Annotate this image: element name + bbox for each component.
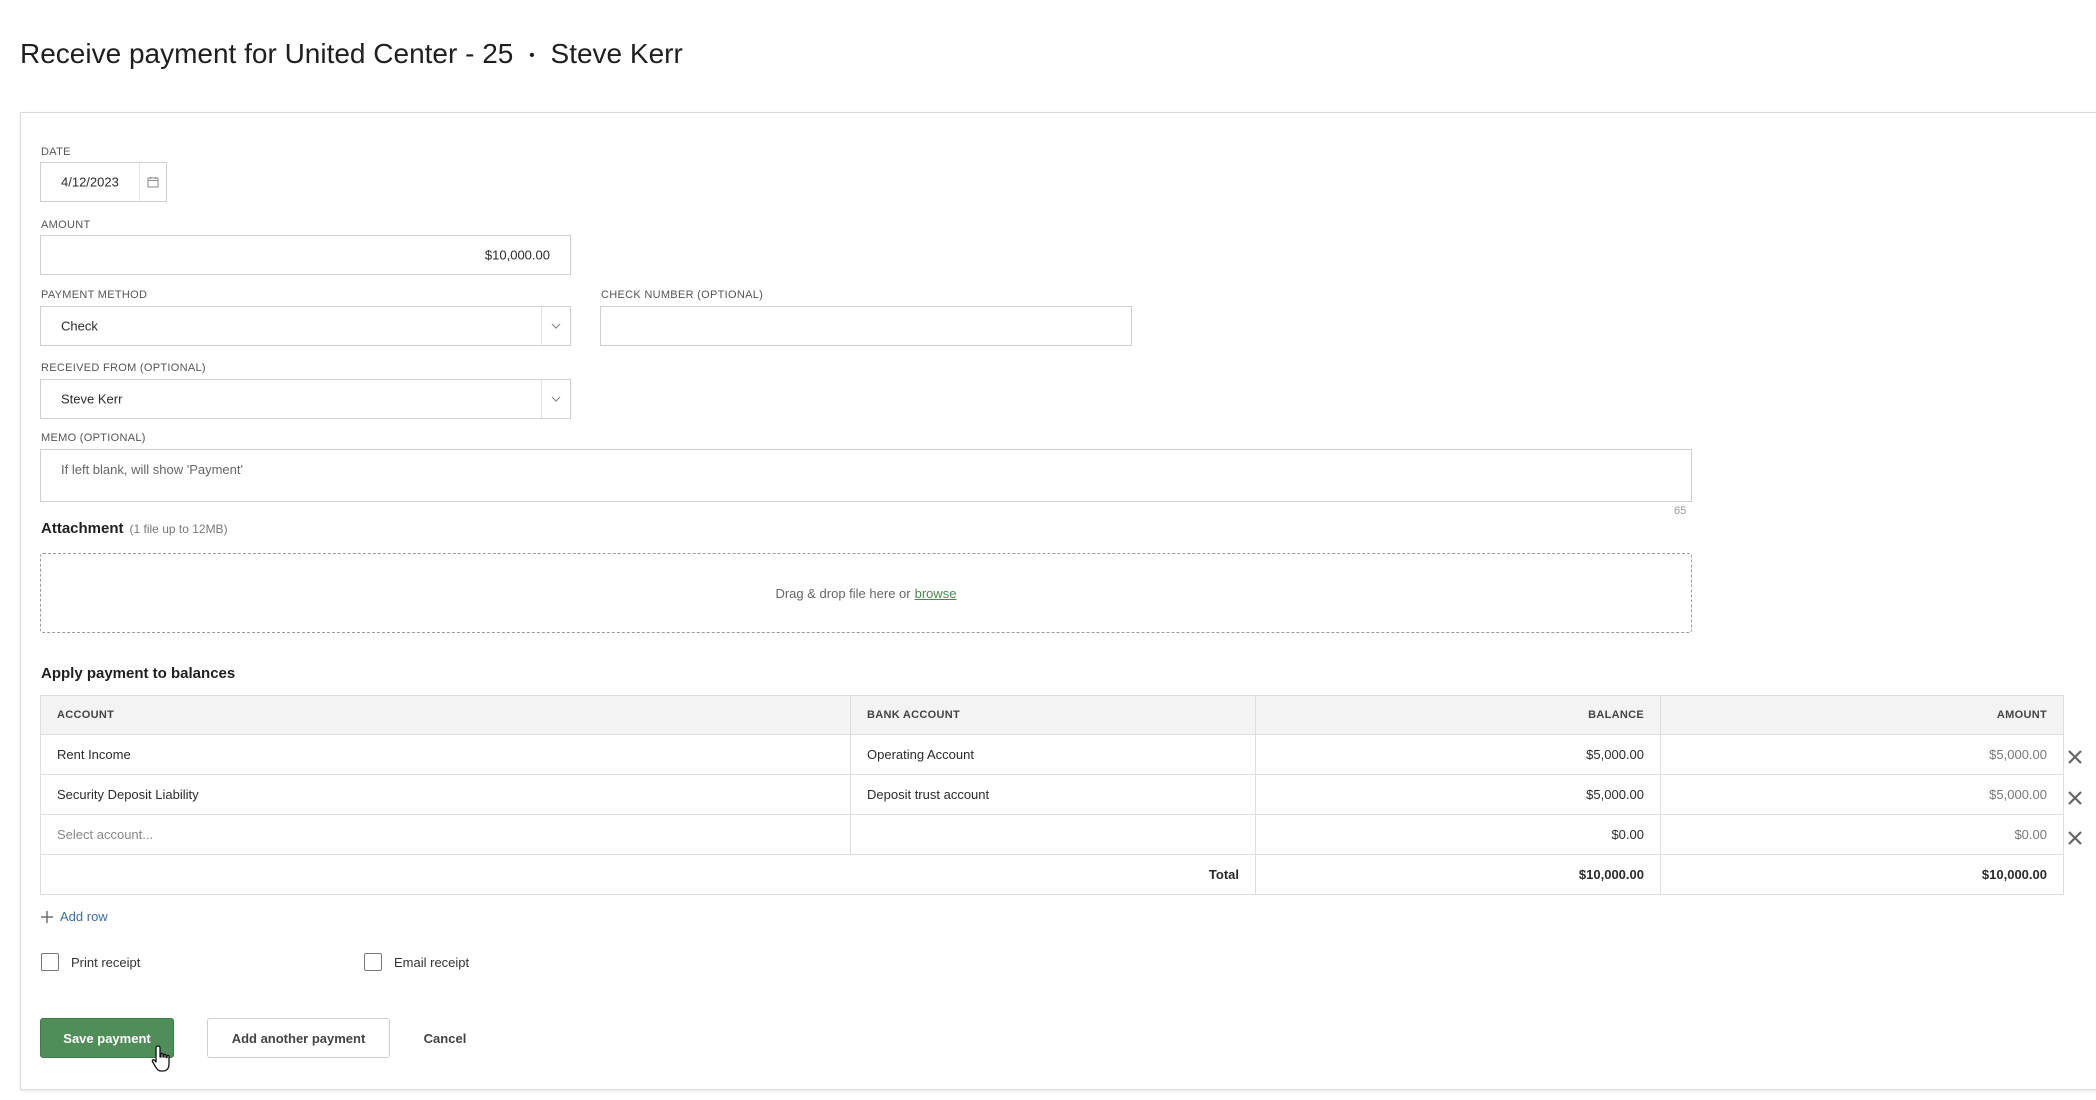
check-number-input[interactable] — [600, 306, 1132, 346]
amount-label: AMOUNT — [41, 219, 91, 231]
check-number-label: CHECK NUMBER (OPTIONAL) — [601, 289, 764, 301]
print-receipt-option[interactable]: Print receipt — [41, 953, 140, 971]
attachment-dropzone[interactable]: Drag & drop file here or browse — [40, 553, 1692, 633]
table-header-row: ACCOUNT BANK ACCOUNT BALANCE AMOUNT — [40, 695, 2064, 735]
payment-method-select[interactable]: Check — [40, 306, 571, 346]
chevron-down-icon — [551, 396, 561, 402]
received-from-dropdown-toggle[interactable] — [541, 380, 570, 418]
email-receipt-checkbox[interactable] — [364, 953, 382, 971]
column-header-account: ACCOUNT — [40, 695, 851, 735]
hand-pointer-icon — [151, 1045, 170, 1072]
account-select[interactable]: Rent Income — [40, 734, 851, 775]
total-amount: $10,000.00 — [1660, 854, 2064, 895]
amount-value: $10,000.00 — [484, 247, 550, 263]
page-title: Receive payment for United Center - 25 •… — [20, 38, 683, 70]
bank-account-cell: Operating Account — [850, 734, 1256, 775]
column-header-amount: AMOUNT — [1660, 695, 2064, 735]
add-row-button[interactable]: Add row — [40, 909, 108, 924]
balance-cell: $0.00 — [1255, 814, 1661, 855]
title-separator: • — [529, 46, 535, 64]
browse-link[interactable]: browse — [915, 586, 957, 601]
table-row: Rent Income Operating Account $5,000.00 … — [40, 734, 2064, 775]
calendar-icon — [147, 177, 159, 188]
print-receipt-label: Print receipt — [71, 954, 141, 970]
attachment-title: Attachment (1 file up to 12MB) — [41, 520, 228, 537]
balance-cell: $5,000.00 — [1255, 774, 1661, 815]
date-value: 4/12/2023 — [61, 174, 119, 190]
close-icon[interactable] — [2066, 829, 2084, 847]
plus-icon — [41, 910, 53, 923]
balances-table: ACCOUNT BANK ACCOUNT BALANCE AMOUNT Rent… — [40, 695, 2064, 895]
close-icon[interactable] — [2066, 748, 2084, 766]
total-balance: $10,000.00 — [1255, 854, 1661, 895]
payment-method-value: Check — [61, 318, 98, 334]
payment-method-dropdown-toggle[interactable] — [541, 307, 570, 345]
close-icon[interactable] — [2066, 789, 2084, 807]
bank-account-cell — [850, 814, 1256, 855]
total-row: Total $10,000.00 $10,000.00 — [40, 854, 2064, 895]
column-header-balance: BALANCE — [1255, 695, 1661, 735]
balance-cell: $5,000.00 — [1255, 734, 1661, 775]
page-title-tenant: Steve Kerr — [550, 38, 683, 69]
email-receipt-option[interactable]: Email receipt — [364, 953, 469, 971]
table-row: Select account... $0.00 $0.00 — [40, 814, 2064, 855]
table-row: Security Deposit Liability Deposit trust… — [40, 774, 2064, 815]
payment-method-label: PAYMENT METHOD — [41, 289, 148, 301]
cancel-button[interactable]: Cancel — [408, 1018, 482, 1058]
memo-label: MEMO (OPTIONAL) — [41, 432, 146, 444]
amount-input[interactable]: $0.00 — [1660, 814, 2064, 855]
amount-input[interactable]: $10,000.00 — [40, 235, 571, 275]
column-header-bank-account: BANK ACCOUNT — [850, 695, 1256, 735]
received-from-value: Steve Kerr — [61, 391, 123, 407]
memo-placeholder: If left blank, will show 'Payment' — [61, 462, 243, 477]
account-select[interactable]: Select account... — [40, 814, 851, 855]
add-another-payment-button[interactable]: Add another payment — [207, 1018, 390, 1058]
email-receipt-label: Email receipt — [394, 954, 470, 970]
received-from-select[interactable]: Steve Kerr — [40, 379, 571, 419]
page-title-text: Receive payment for United Center - 25 — [20, 38, 514, 69]
date-label: DATE — [41, 146, 71, 158]
account-select[interactable]: Security Deposit Liability — [40, 774, 851, 815]
attachment-title-text: Attachment — [41, 520, 124, 537]
attachment-hint: (1 file up to 12MB) — [129, 522, 228, 536]
received-from-label: RECEIVED FROM (OPTIONAL) — [41, 362, 206, 374]
calendar-button[interactable] — [139, 163, 166, 201]
dropzone-text: Drag & drop file here or — [775, 585, 911, 601]
memo-textarea[interactable]: If left blank, will show 'Payment' — [40, 449, 1692, 502]
memo-char-counter: 65 — [1674, 505, 1687, 517]
total-label: Total — [40, 854, 1256, 895]
chevron-down-icon — [551, 323, 561, 329]
add-row-label: Add row — [60, 909, 108, 924]
amount-input[interactable]: $5,000.00 — [1660, 774, 2064, 815]
print-receipt-checkbox[interactable] — [41, 953, 59, 971]
bank-account-cell: Deposit trust account — [850, 774, 1256, 815]
amount-input[interactable]: $5,000.00 — [1660, 734, 2064, 775]
apply-payment-title: Apply payment to balances — [41, 665, 236, 682]
date-field[interactable]: 4/12/2023 — [40, 162, 167, 202]
